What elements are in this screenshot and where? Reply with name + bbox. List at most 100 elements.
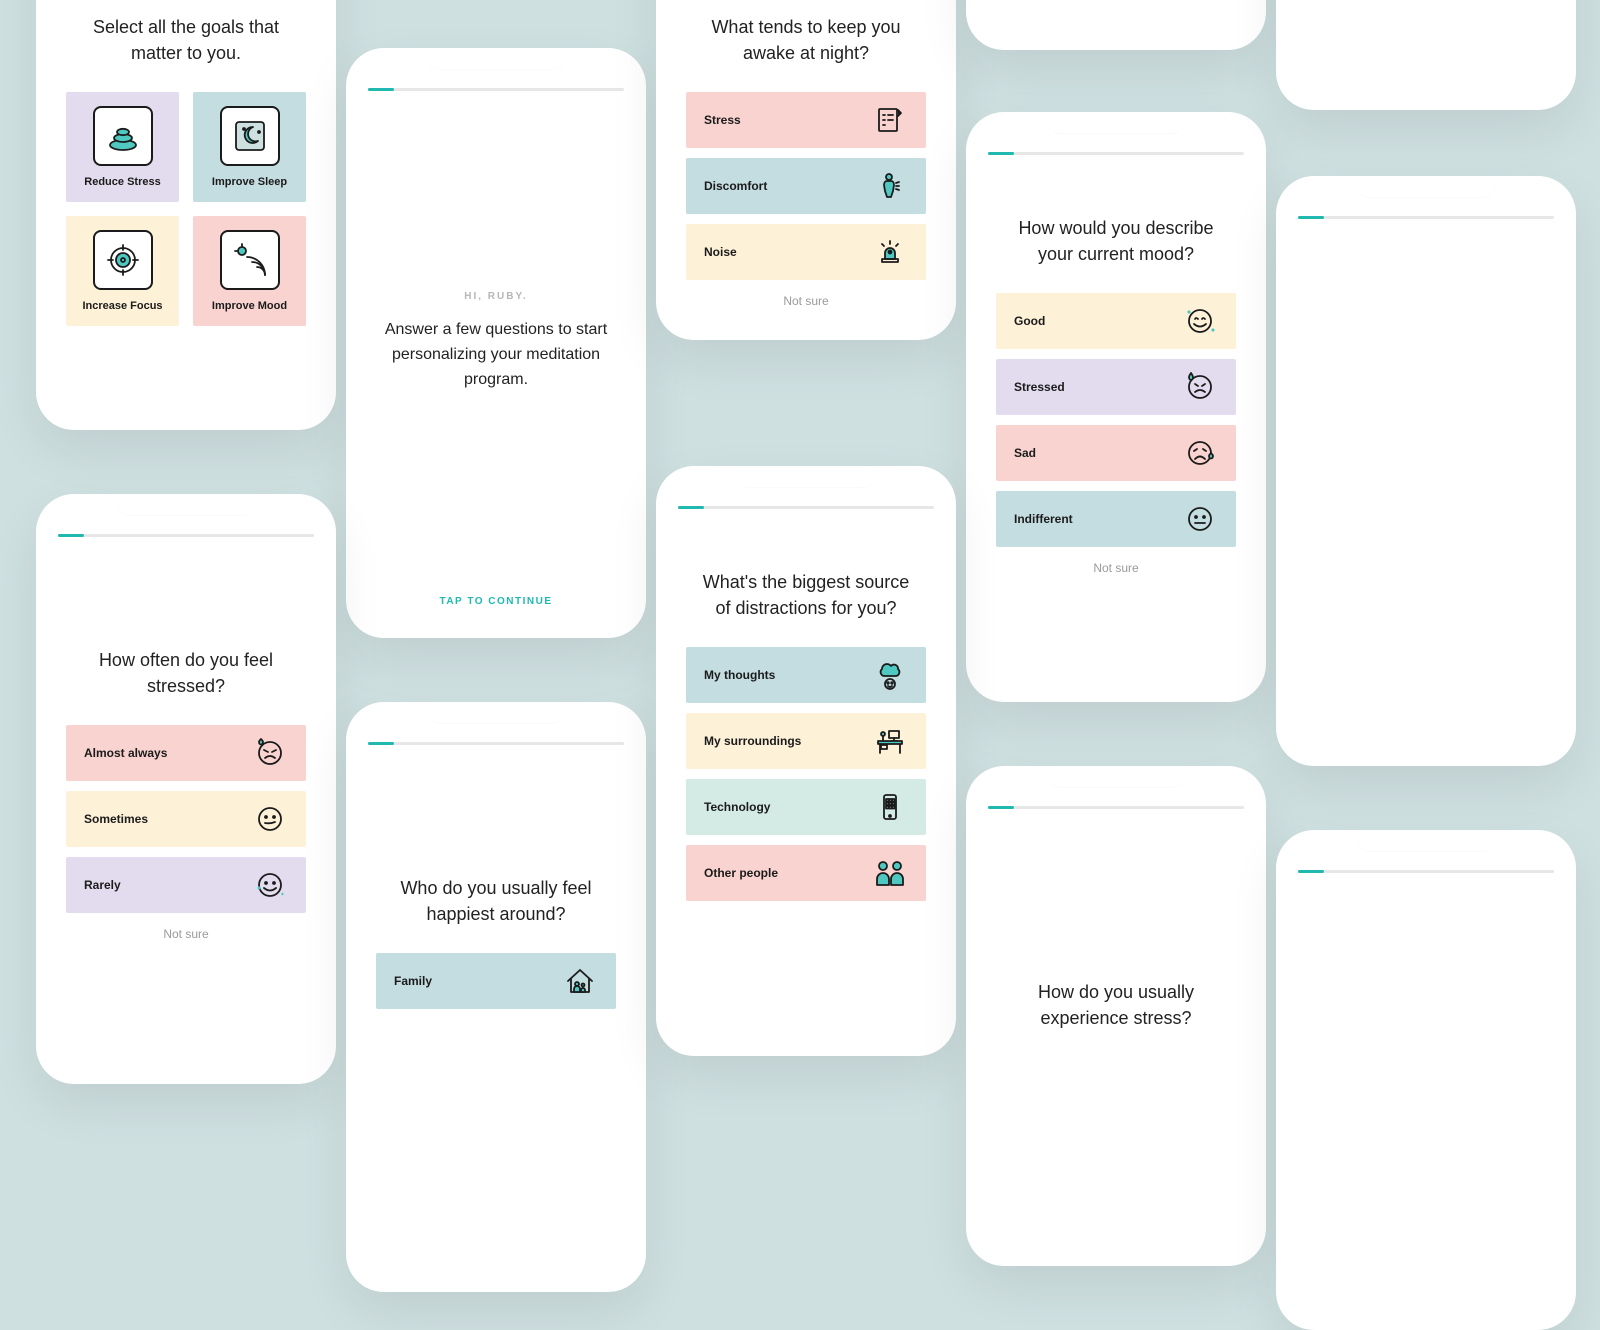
progress-bar	[1298, 870, 1554, 873]
phone-notch	[426, 702, 566, 724]
smile-icon	[1182, 303, 1218, 339]
neutral-face-icon	[1182, 501, 1218, 537]
not-sure-link[interactable]: Not sure	[980, 547, 1252, 589]
goals-title: Select all the goals that matter to you.	[50, 14, 322, 66]
progress-bar	[678, 506, 934, 509]
back-pain-icon	[872, 168, 908, 204]
option-label: Sad	[1014, 446, 1036, 460]
option-label: Noise	[704, 245, 737, 259]
phone-peek-far-right-top	[1276, 0, 1576, 110]
option-good[interactable]: Good	[996, 293, 1236, 349]
option-label: Almost always	[84, 746, 167, 760]
stress-freq-title: How often do you feel stressed?	[50, 647, 322, 699]
phone-notch	[116, 494, 256, 516]
option-family[interactable]: Family	[376, 953, 616, 1009]
phone-peek-far-right	[1276, 176, 1576, 766]
happiest-title: Who do you usually feel happiest around?	[360, 875, 632, 927]
goal-label: Improve Sleep	[212, 176, 287, 188]
goal-increase-focus[interactable]: Increase Focus	[66, 216, 179, 326]
intro-body: Answer a few questions to start personal…	[360, 302, 632, 392]
option-sometimes[interactable]: Sometimes	[66, 791, 306, 847]
goal-reduce-stress[interactable]: Reduce Stress	[66, 92, 179, 202]
phone-stress-freq: How often do you feel stressed? Almost a…	[36, 494, 336, 1084]
phone-mood: How would you describe your current mood…	[966, 112, 1266, 702]
desk-icon	[872, 723, 908, 759]
phone-peek-far-right-bottom	[1276, 830, 1576, 1330]
thought-cloud-icon	[872, 657, 908, 693]
option-rarely[interactable]: Rarely	[66, 857, 306, 913]
option-label: My surroundings	[704, 734, 801, 748]
option-label: Discomfort	[704, 179, 767, 193]
awake-options: Stress Discomfort Noise	[670, 92, 942, 280]
mood-title: How would you describe your current mood…	[980, 215, 1252, 267]
distractions-options: My thoughts My surroundings Technology O…	[670, 647, 942, 901]
option-my-surroundings[interactable]: My surroundings	[686, 713, 926, 769]
progress-bar	[368, 88, 624, 91]
checklist-icon	[872, 102, 908, 138]
sad-face-icon	[1182, 435, 1218, 471]
option-label: Other people	[704, 866, 778, 880]
option-label: Rarely	[84, 878, 121, 892]
tap-to-continue-button[interactable]: TAP TO CONTINUE	[360, 572, 632, 623]
rainbow-icon	[220, 230, 280, 290]
option-sad[interactable]: Sad	[996, 425, 1236, 481]
happy-face-icon	[252, 867, 288, 903]
phone-intro: HI, RUBY. Answer a few questions to star…	[346, 48, 646, 638]
not-sure-link[interactable]: Not sure	[670, 280, 942, 322]
progress-bar	[58, 534, 314, 537]
target-icon	[93, 230, 153, 290]
anxious-face-icon	[252, 735, 288, 771]
option-label: Stressed	[1014, 380, 1065, 394]
sweat-face-icon	[1182, 369, 1218, 405]
option-noise[interactable]: Noise	[686, 224, 926, 280]
option-label: My thoughts	[704, 668, 775, 682]
phone-experience-stress: How do you usually experience stress?	[966, 766, 1266, 1266]
progress-bar	[988, 152, 1244, 155]
meh-face-icon	[252, 801, 288, 837]
option-my-thoughts[interactable]: My thoughts	[686, 647, 926, 703]
option-stressed[interactable]: Stressed	[996, 359, 1236, 415]
option-almost-always[interactable]: Almost always	[66, 725, 306, 781]
phone-notch	[736, 466, 876, 488]
option-label: Technology	[704, 800, 770, 814]
option-technology[interactable]: Technology	[686, 779, 926, 835]
option-other-people[interactable]: Other people	[686, 845, 926, 901]
siren-icon	[872, 234, 908, 270]
option-label: Indifferent	[1014, 512, 1073, 526]
phone-notch	[426, 48, 566, 70]
option-label: Stress	[704, 113, 741, 127]
phone-peek-top-right	[966, 0, 1266, 50]
phone-notch	[1356, 830, 1496, 852]
option-label: Family	[394, 974, 432, 988]
option-indifferent[interactable]: Indifferent	[996, 491, 1236, 547]
progress-bar	[988, 806, 1244, 809]
smartphone-icon	[872, 789, 908, 825]
phone-notch	[1356, 176, 1496, 198]
phone-notch	[1046, 112, 1186, 134]
not-sure-link[interactable]: Not sure	[50, 913, 322, 955]
experience-stress-title: How do you usually experience stress?	[980, 979, 1252, 1031]
goal-label: Reduce Stress	[84, 176, 160, 188]
people-icon	[872, 855, 908, 891]
intro-greeting: HI, RUBY.	[360, 291, 632, 302]
progress-bar	[368, 742, 624, 745]
goal-improve-mood[interactable]: Improve Mood	[193, 216, 306, 326]
moon-icon	[220, 106, 280, 166]
awake-title: What tends to keep you awake at night?	[670, 14, 942, 66]
zen-stones-icon	[93, 106, 153, 166]
phone-awake: What tends to keep you awake at night? S…	[656, 0, 956, 340]
phone-distractions: What's the biggest source of distraction…	[656, 466, 956, 1056]
goal-improve-sleep[interactable]: Improve Sleep	[193, 92, 306, 202]
mood-options: Good Stressed Sad Indifferent	[980, 293, 1252, 547]
goals-grid: Reduce Stress Improve Sleep Increase Foc…	[50, 92, 322, 326]
progress-bar	[1298, 216, 1554, 219]
stress-freq-options: Almost always Sometimes Rarely	[50, 725, 322, 913]
option-discomfort[interactable]: Discomfort	[686, 158, 926, 214]
goal-label: Increase Focus	[82, 300, 162, 312]
goal-label: Improve Mood	[212, 300, 287, 312]
happiest-options: Family	[360, 953, 632, 1009]
phone-happiest: Who do you usually feel happiest around?…	[346, 702, 646, 1292]
distractions-title: What's the biggest source of distraction…	[670, 569, 942, 621]
phone-goals: Select all the goals that matter to you.…	[36, 0, 336, 430]
option-stress[interactable]: Stress	[686, 92, 926, 148]
